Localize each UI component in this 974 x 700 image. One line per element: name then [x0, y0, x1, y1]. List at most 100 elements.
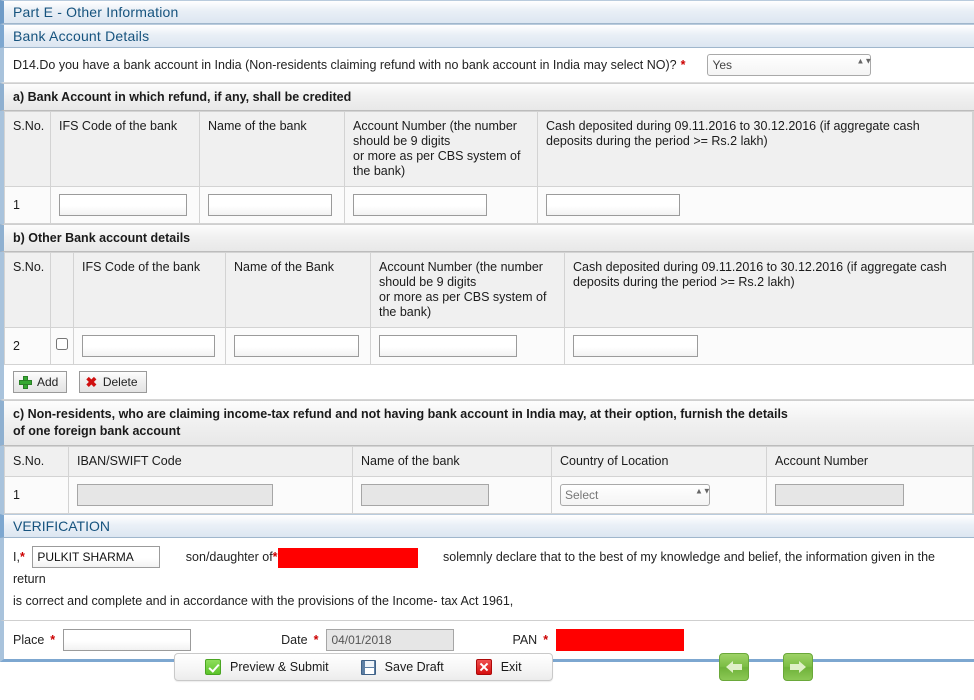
question-d14-select[interactable]: Yes No — [707, 54, 872, 76]
col-header-select-checkbox — [50, 252, 74, 328]
section-b-title: b) Other Bank account details — [0, 224, 974, 252]
part-header: Part E - Other Information — [0, 0, 974, 24]
place-required-mark: * — [50, 633, 56, 647]
cell-country-of-location: Select — [551, 476, 767, 514]
exit-label: Exit — [500, 660, 522, 674]
country-of-location-select[interactable]: Select — [560, 484, 710, 506]
add-button[interactable]: Add — [13, 371, 68, 393]
col-header-account-number: Account Number (the number should be 9 d… — [344, 111, 538, 187]
question-d14-row: D14.Do you have a bank account in India … — [0, 48, 974, 83]
col-header-ifs-code: IFS Code of the bank — [50, 111, 200, 187]
section-a-table-wrap: S.No. IFS Code of the bank Name of the b… — [0, 111, 974, 224]
acct-header-line1: Account Number (the number — [353, 119, 517, 133]
cell-ifs-code — [50, 186, 200, 224]
exit-button[interactable]: Exit — [475, 659, 522, 675]
previous-page-button[interactable] — [719, 653, 749, 681]
check-icon — [205, 659, 221, 675]
cash-deposited-input[interactable] — [573, 335, 698, 357]
ifs-code-input[interactable] — [82, 335, 215, 357]
col-header-account-number: Account Number — [766, 446, 973, 477]
acct-header-line4: the bank) — [353, 164, 406, 178]
cell-iban-swift — [68, 476, 353, 514]
verification-i-required-mark: * — [19, 550, 25, 564]
col-header-sno: S.No. — [4, 111, 51, 187]
section-c-title-line1: c) Non-residents, who are claiming incom… — [13, 407, 788, 421]
section-a-title: a) Bank Account in which refund, if any,… — [0, 83, 974, 111]
foreign-bank-name-input[interactable] — [361, 484, 489, 506]
section-b-table: S.No. IFS Code of the bank Name of the B… — [4, 252, 973, 365]
cell-ifs-code — [73, 327, 226, 365]
preview-submit-button[interactable]: Preview & Submit — [205, 659, 329, 675]
plus-icon — [19, 375, 32, 389]
delete-button[interactable]: ✖ Delete — [78, 371, 147, 393]
next-page-button[interactable] — [783, 653, 813, 681]
declarant-name-input[interactable] — [32, 546, 161, 568]
acct-header-line2: should be 9 digits — [379, 275, 477, 289]
son-daughter-label: son/daughter of — [185, 550, 273, 564]
account-number-input[interactable] — [353, 194, 487, 216]
section-b-table-wrap: S.No. IFS Code of the bank Name of the B… — [0, 252, 974, 365]
section-c-table-wrap: S.No. IBAN/SWIFT Code Name of the bank C… — [0, 446, 974, 514]
ifs-code-input[interactable] — [59, 194, 187, 216]
iban-swift-input[interactable] — [77, 484, 273, 506]
section-c-title-line2: of one foreign bank account — [13, 424, 181, 438]
cell-bank-name — [225, 327, 371, 365]
cell-sno: 2 — [4, 327, 51, 365]
col-header-country-of-location: Country of Location — [551, 446, 767, 477]
row-select-checkbox[interactable] — [56, 338, 68, 350]
bank-name-input[interactable] — [234, 335, 359, 357]
arrow-right-icon — [790, 661, 806, 673]
acct-header-line3: or more as per CBS system of — [379, 290, 547, 304]
place-label: Place — [13, 633, 45, 647]
page-root: Part E - Other Information Bank Account … — [0, 0, 974, 700]
delete-button-label: Delete — [102, 375, 138, 389]
bank-name-input[interactable] — [208, 194, 332, 216]
cell-cash-deposited — [564, 327, 973, 365]
cell-row-checkbox — [50, 327, 74, 365]
save-draft-label: Save Draft — [384, 660, 444, 674]
bottom-action-area: Preview & Submit Save Draft Exit — [0, 648, 974, 700]
verification-body: I,* son/daughter of* solemnly declare th… — [0, 538, 974, 621]
date-required-mark: * — [313, 633, 319, 647]
acct-header-line3: or more as per CBS system of — [353, 149, 521, 163]
table-header-row: S.No. IFS Code of the bank Name of the b… — [4, 111, 973, 187]
acct-header-line2: should be 9 digits — [353, 134, 451, 148]
verification-line2: is correct and complete and in accordanc… — [13, 594, 514, 608]
col-header-cash-deposited: Cash deposited during 09.11.2016 to 30.1… — [537, 111, 973, 187]
col-header-account-number: Account Number (the number should be 9 d… — [370, 252, 565, 328]
col-header-bank-name: Name of the bank — [199, 111, 345, 187]
cell-bank-name — [199, 186, 345, 224]
verification-i-label: I, — [13, 550, 20, 564]
cash-deposited-input[interactable] — [546, 194, 680, 216]
col-header-sno: S.No. — [4, 252, 51, 328]
floppy-disk-icon — [360, 659, 376, 675]
col-header-bank-name: Name of the Bank — [225, 252, 371, 328]
table-header-row: S.No. IFS Code of the bank Name of the B… — [4, 252, 973, 328]
country-select-wrap: Select — [560, 484, 711, 506]
acct-header-line4: the bank) — [379, 305, 432, 319]
foreign-account-number-input[interactable] — [775, 484, 904, 506]
cell-sno: 1 — [4, 186, 51, 224]
cell-foreign-account-number — [766, 476, 973, 514]
cell-cash-deposited — [537, 186, 973, 224]
table-header-row: S.No. IBAN/SWIFT Code Name of the bank C… — [4, 446, 973, 477]
question-d14-select-wrap: Yes No — [707, 54, 872, 76]
action-toolbar: Preview & Submit Save Draft Exit — [174, 653, 553, 681]
section-header-bank-account-details: Bank Account Details — [0, 24, 974, 48]
question-d14-required-mark: * — [680, 58, 686, 72]
save-draft-button[interactable]: Save Draft — [360, 659, 444, 675]
close-icon — [475, 659, 492, 675]
account-number-input[interactable] — [379, 335, 517, 357]
question-d14-text: D14.Do you have a bank account in India … — [13, 58, 677, 72]
section-b-button-bar: Add ✖ Delete — [0, 365, 974, 400]
x-icon: ✖ — [85, 373, 98, 390]
cell-account-number — [344, 186, 538, 224]
col-header-iban-swift: IBAN/SWIFT Code — [68, 446, 353, 477]
section-a-table: S.No. IFS Code of the bank Name of the b… — [4, 111, 973, 224]
preview-submit-label: Preview & Submit — [230, 660, 329, 674]
table-row: 2 — [4, 327, 973, 365]
table-row: 1 — [4, 186, 973, 224]
father-name-redacted — [277, 547, 418, 568]
pan-label: PAN — [512, 633, 538, 647]
col-header-cash-deposited: Cash deposited during 09.11.2016 to 30.1… — [564, 252, 973, 328]
